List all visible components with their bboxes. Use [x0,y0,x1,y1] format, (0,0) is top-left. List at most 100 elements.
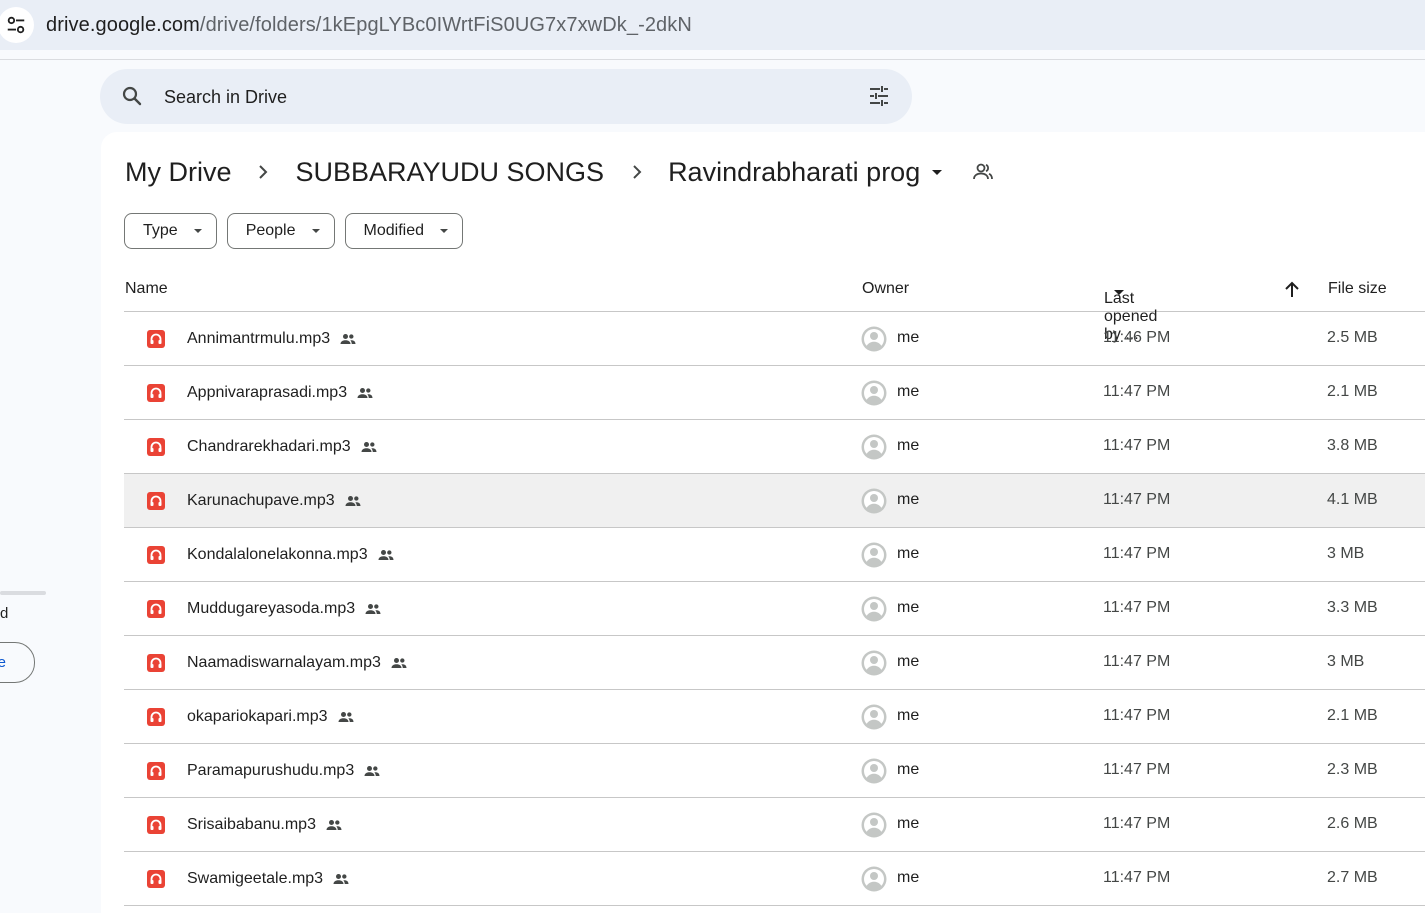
file-name-text: Annimantrmulu.mp3 [187,330,331,347]
url-path: /drive/folders/1kEpgLYBc0IWrtFiS0UG7x7xw… [199,13,692,36]
breadcrumb-my-drive[interactable]: My Drive [124,157,233,188]
search-input[interactable] [164,81,844,113]
last-opened-text: 11:46 PM [1103,329,1171,346]
column-name[interactable]: Name [125,280,168,298]
url-host: drive.google.com [46,13,200,36]
last-opened-text: 11:47 PM [1103,383,1171,400]
shared-folder-icon[interactable] [971,160,995,184]
file-size-text: 3 MB [1327,653,1365,670]
file-size-text: 2.1 MB [1327,707,1378,724]
account-circle-icon [861,326,887,352]
audio-file-icon [147,870,165,888]
site-info-icon[interactable] [0,7,34,43]
breadcrumb-current-folder[interactable]: Ravindrabharati prog [667,157,921,188]
divider [0,59,1425,60]
shared-people-icon [357,388,373,398]
caret-down-icon [440,229,448,233]
breadcrumb-subbarayudu-songs[interactable]: SUBBARAYUDU SONGS [295,157,606,188]
audio-file-icon [147,546,165,564]
owner-text: me [897,437,920,454]
table-row[interactable]: Muddugareyasoda.mp3 me 11:47 PM 3.3 MB [124,582,1425,636]
owner-text: me [897,653,920,670]
caret-down-icon [311,229,320,233]
owner-text: me [897,599,920,616]
file-name[interactable]: Srisaibabanu.mp3 [187,815,344,835]
owner-text: me [897,383,920,400]
account-circle-icon [861,812,887,838]
account-circle-icon [861,542,887,568]
tune-icon[interactable] [867,84,891,108]
shared-people-icon [333,874,349,884]
account-circle-icon [861,434,887,460]
last-opened-text: 11:47 PM [1103,491,1171,508]
audio-file-icon [147,654,165,672]
table-row[interactable]: Kondalalonelakonna.mp3 me 11:47 PM 3 MB [124,528,1425,582]
address-bar[interactable]: drive.google.com/drive/folders/1kEpgLYBc… [0,0,1425,50]
main-panel: My Drive SUBBARAYUDU SONGS Ravindrabhara… [101,132,1425,913]
shared-people-icon [326,820,342,830]
filter-type-label: Type [143,222,178,239]
file-name-text: Kondalalonelakonna.mp3 [187,546,368,563]
table-row[interactable]: Swamigeetale.mp3 me 11:47 PM 2.7 MB [124,852,1425,906]
file-name[interactable]: Swamigeetale.mp3 [187,869,351,889]
file-name-text: Karunachupave.mp3 [187,492,335,509]
table-row[interactable]: Srisaibabanu.mp3 me 11:47 PM 2.6 MB [124,798,1425,852]
file-size-text: 4.1 MB [1327,491,1378,508]
url-text[interactable]: drive.google.com/drive/folders/1kEpgLYBc… [46,14,692,37]
file-name[interactable]: Paramapurushudu.mp3 [187,761,382,781]
column-owner[interactable]: Owner [862,280,909,298]
owner-text: me [897,545,920,562]
account-circle-icon [861,650,887,676]
filter-type-button[interactable]: Type [124,213,217,249]
table-row[interactable]: Naamadiswarnalayam.mp3 me 11:47 PM 3 MB [124,636,1425,690]
file-name-text: Appnivaraprasadi.mp3 [187,384,348,401]
account-circle-icon [861,704,887,730]
file-size-text: 3 MB [1327,545,1365,562]
audio-file-icon [147,330,165,348]
owner-text: me [897,329,920,346]
audio-file-icon [147,384,165,402]
file-name[interactable]: Chandrarekhadari.mp3 [187,437,379,457]
search-icon[interactable] [120,84,144,108]
file-name-text: Muddugareyasoda.mp3 [187,600,356,617]
file-list: Annimantrmulu.mp3 me 11:46 PM 2.5 MB App… [124,312,1425,906]
filter-people-button[interactable]: People [226,213,335,249]
file-size-text: 2.1 MB [1327,383,1378,400]
file-name[interactable]: Muddugareyasoda.mp3 [187,599,383,619]
file-name[interactable]: Karunachupave.mp3 [187,491,363,511]
filter-modified-button[interactable]: Modified [344,213,463,249]
file-name-text: Chandrarekhadari.mp3 [187,438,351,455]
file-name[interactable]: Appnivaraprasadi.mp3 [187,383,375,403]
table-row[interactable]: Karunachupave.mp3 me 11:47 PM 4.1 MB [124,474,1425,528]
table-row[interactable]: Appnivaraprasadi.mp3 me 11:47 PM 2.1 MB [124,366,1425,420]
account-circle-icon [861,758,887,784]
caret-down-icon [193,229,202,233]
file-name[interactable]: Kondalalonelakonna.mp3 [187,545,396,565]
file-name-text: Swamigeetale.mp3 [187,870,324,887]
shared-people-icon [340,334,356,344]
last-opened-text: 11:47 PM [1103,545,1171,562]
file-name[interactable]: Annimantrmulu.mp3 [187,329,358,349]
file-name[interactable]: Naamadiswarnalayam.mp3 [187,653,409,673]
audio-file-icon [147,600,165,618]
caret-down-icon[interactable] [925,160,949,184]
last-opened-text: 11:47 PM [1103,815,1171,832]
account-circle-icon [861,488,887,514]
owner-text: me [897,707,920,724]
file-size-text: 3.8 MB [1327,437,1378,454]
sidebar-storage-text: d [0,605,9,622]
last-opened-text: 11:47 PM [1103,761,1171,778]
table-row[interactable]: Chandrarekhadari.mp3 me 11:47 PM 3.8 MB [124,420,1425,474]
file-size-text: 2.3 MB [1327,761,1378,778]
last-opened-text: 11:47 PM [1103,653,1171,670]
column-file-size[interactable]: File size [1328,280,1387,298]
table-row[interactable]: Annimantrmulu.mp3 me 11:46 PM 2.5 MB [124,312,1425,366]
shared-people-icon [378,550,394,560]
audio-file-icon [147,708,165,726]
table-row[interactable]: okapariokapari.mp3 me 11:47 PM 2.1 MB [124,690,1425,744]
sidebar-storage-button[interactable]: e [0,642,35,683]
arrow-up-icon[interactable] [1280,278,1304,302]
file-name[interactable]: okapariokapari.mp3 [187,707,356,727]
file-name-text: Paramapurushudu.mp3 [187,762,355,779]
table-row[interactable]: Paramapurushudu.mp3 me 11:47 PM 2.3 MB [124,744,1425,798]
